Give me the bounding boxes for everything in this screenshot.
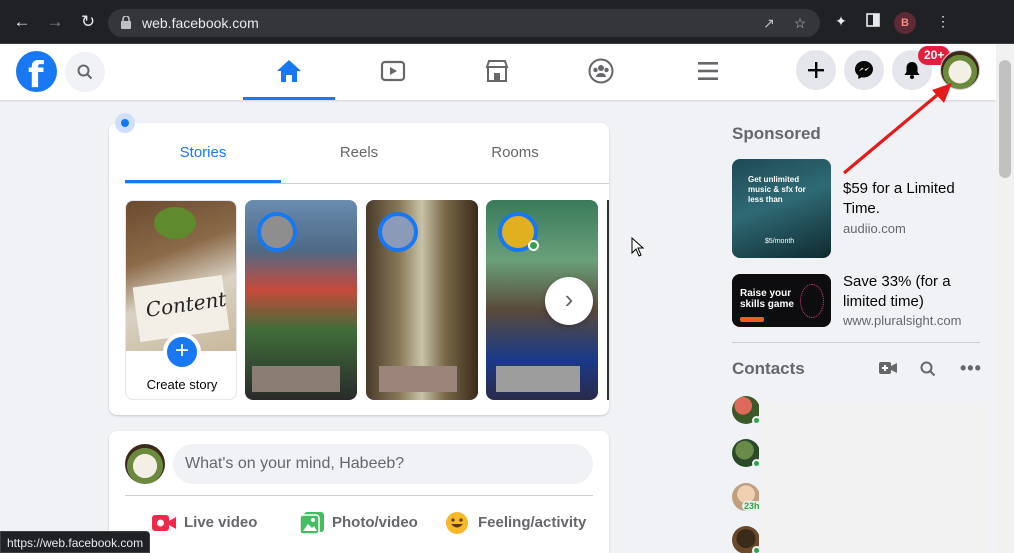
focus-indicator-dot xyxy=(115,113,135,133)
ad-domain: www.pluralsight.com xyxy=(843,313,962,328)
sponsored-heading: Sponsored xyxy=(732,124,821,143)
story-author-name-redacted xyxy=(496,366,580,392)
ad-title: Save 33% (for a limited time) xyxy=(843,273,951,310)
plant-image xyxy=(154,207,196,239)
share-icon[interactable]: ↗ xyxy=(760,14,778,32)
ad-thumbnail-price: $5/month xyxy=(765,238,795,245)
create-button[interactable] xyxy=(796,50,836,90)
next-stories-button[interactable]: › xyxy=(545,277,593,325)
back-icon[interactable]: ← xyxy=(12,12,32,32)
photo-icon xyxy=(299,512,324,535)
facebook-logo[interactable]: f xyxy=(16,51,57,96)
divider xyxy=(125,183,609,184)
stories-card: Stories Reels Rooms Content + Create sto… xyxy=(109,123,609,415)
post-composer: What's on your mind, Habeeb? Live video … xyxy=(109,431,609,553)
feeling-activity-label: Feeling/activity xyxy=(478,514,587,531)
tab-stories[interactable]: Stories xyxy=(125,123,281,183)
marketplace-icon xyxy=(485,60,509,82)
groups-icon xyxy=(588,58,614,84)
scrollbar-thumb[interactable] xyxy=(999,60,1011,178)
story-card[interactable] xyxy=(366,200,478,400)
ad-title: $59 for a Limited Time. xyxy=(843,180,955,217)
tab-menu[interactable] xyxy=(662,44,754,100)
create-story-image: Content xyxy=(126,201,236,351)
reload-icon[interactable]: ↻ xyxy=(78,12,98,32)
feeling-activity-button[interactable]: Feeling/activity xyxy=(445,511,595,535)
create-story-card[interactable]: Content + Create story xyxy=(125,200,237,400)
live-video-button[interactable]: Live video xyxy=(151,511,261,535)
ad-domain: audiio.com xyxy=(843,221,906,236)
contact-avatar[interactable] xyxy=(732,526,761,553)
chevron-right-icon: › xyxy=(564,284,574,314)
contact-avatar[interactable] xyxy=(732,396,761,425)
story-author-name-redacted xyxy=(379,366,457,392)
contacts-heading: Contacts xyxy=(732,359,805,378)
story-card[interactable] xyxy=(245,200,357,400)
online-status-dot xyxy=(528,240,539,251)
address-bar[interactable]: web.facebook.com ↗ ☆ xyxy=(108,9,820,37)
search-button[interactable] xyxy=(65,52,105,92)
ad-thumbnail-text: Raise your skills game xyxy=(740,288,794,310)
page-scrollbar[interactable] xyxy=(996,44,1014,553)
side-panel-icon[interactable] xyxy=(864,13,882,31)
url-text: web.facebook.com xyxy=(142,15,259,31)
home-icon xyxy=(277,60,301,82)
new-room-icon[interactable] xyxy=(879,361,897,375)
search-contacts-icon[interactable] xyxy=(920,361,936,377)
ad-thumbnail-graphic xyxy=(800,284,824,318)
extensions-icon[interactable]: ✦ xyxy=(832,13,850,31)
story-card-edge xyxy=(607,200,609,400)
divider xyxy=(732,342,980,343)
ad-thumbnail: Raise your skills game xyxy=(732,274,831,327)
tab-reels[interactable]: Reels xyxy=(281,123,437,183)
ad-thumbnail-text: Get unlimited music & sfx for less than xyxy=(748,175,806,204)
tab-watch[interactable] xyxy=(347,44,439,100)
lock-icon xyxy=(121,16,131,29)
contact-avatar[interactable] xyxy=(732,439,761,468)
photo-video-label: Photo/video xyxy=(332,514,418,531)
notebook-image: Content xyxy=(132,275,230,342)
tab-rooms[interactable]: Rooms xyxy=(437,123,593,183)
divider xyxy=(125,495,593,496)
browser-menu-icon[interactable]: ⋮ xyxy=(934,13,952,31)
bell-icon xyxy=(904,62,920,79)
contacts-options-icon[interactable]: ••• xyxy=(960,358,982,379)
browser-toolbar: ← → ↻ web.facebook.com ↗ ☆ ✦ B ⋮ xyxy=(0,0,1014,44)
browser-profile-avatar[interactable]: B xyxy=(894,12,916,34)
live-video-label: Live video xyxy=(184,514,258,531)
create-story-label: Create story xyxy=(146,377,218,392)
tab-home[interactable] xyxy=(243,44,335,100)
menu-icon xyxy=(698,62,718,80)
story-author-name-redacted xyxy=(252,366,340,392)
feeling-icon xyxy=(446,512,468,534)
live-video-icon xyxy=(152,515,176,531)
ad-thumbnail-button xyxy=(740,317,764,322)
story-author-avatar xyxy=(378,212,418,252)
post-input[interactable]: What's on your mind, Habeeb? xyxy=(173,444,593,484)
watch-icon xyxy=(380,60,406,82)
plus-icon xyxy=(808,62,824,78)
bookmark-star-icon[interactable]: ☆ xyxy=(791,14,809,32)
add-story-plus-icon[interactable]: + xyxy=(163,333,201,371)
story-author-avatar xyxy=(257,212,297,252)
messenger-icon xyxy=(855,61,873,79)
search-icon xyxy=(77,64,93,80)
sponsored-ad-pluralsight[interactable]: Raise your skills game Save 33% (for a l… xyxy=(732,273,982,328)
mouse-pointer-icon xyxy=(631,237,645,257)
user-avatar[interactable] xyxy=(125,444,165,484)
photo-video-button[interactable]: Photo/video xyxy=(299,511,429,535)
annotation-arrow xyxy=(842,83,952,175)
contact-names-redacted xyxy=(759,402,987,553)
link-status-bar: https://web.facebook.com xyxy=(0,531,151,553)
tab-groups[interactable] xyxy=(555,44,647,100)
forward-icon[interactable]: → xyxy=(45,12,65,32)
tab-marketplace[interactable] xyxy=(451,44,543,100)
ad-thumbnail: Get unlimited music & sfx for less than … xyxy=(732,159,831,258)
contact-avatar[interactable]: 23h xyxy=(732,483,762,511)
notebook-text: Content xyxy=(144,286,228,322)
